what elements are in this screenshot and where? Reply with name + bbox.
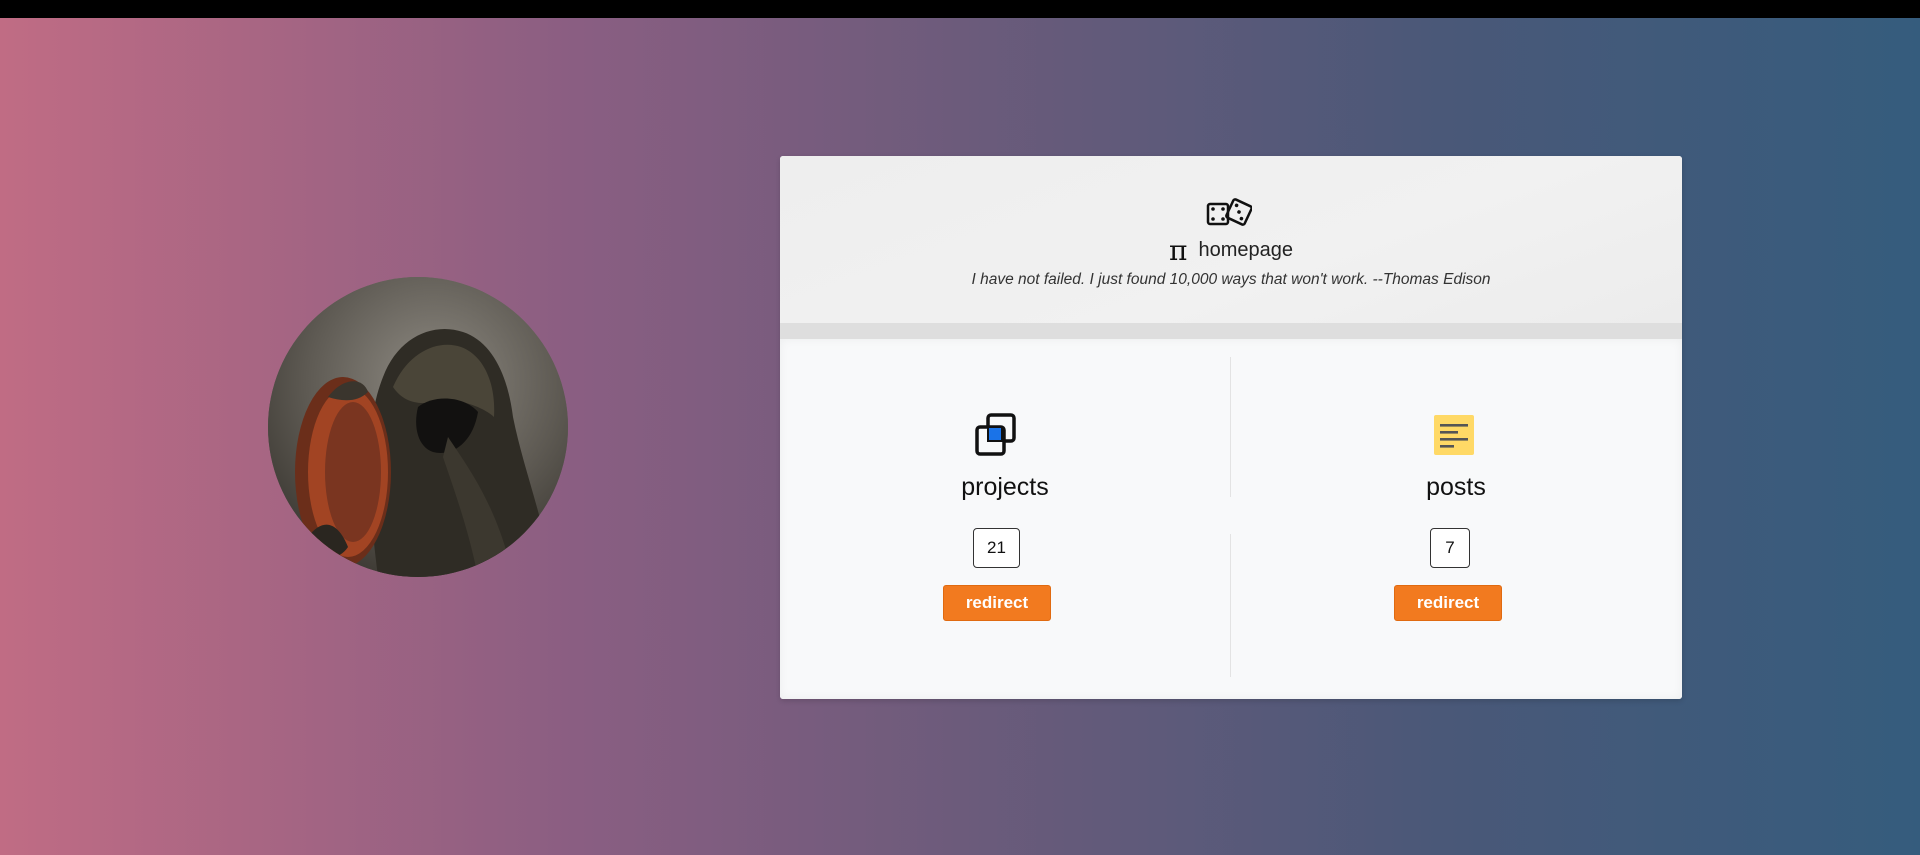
- main-card: π homepage I have not failed. I just fou…: [780, 156, 1682, 699]
- avatar-image: [268, 277, 568, 577]
- header-divider: [780, 323, 1682, 339]
- card-header: π homepage I have not failed. I just fou…: [780, 156, 1682, 323]
- page-title: homepage: [1198, 239, 1294, 261]
- quote-text: I have not failed. I just found 10,000 w…: [971, 271, 1491, 288]
- posts-section: posts 7 redirect: [1231, 339, 1681, 699]
- posts-note-icon: [1434, 415, 1474, 455]
- projects-section: projects 21 redirect: [780, 339, 1230, 699]
- top-bar: [0, 0, 1920, 18]
- projects-redirect-button[interactable]: redirect: [943, 585, 1051, 621]
- projects-count: 21: [973, 528, 1020, 568]
- pi-icon: π: [1168, 234, 1188, 267]
- title-row: π homepage: [780, 234, 1682, 267]
- projects-icon: [975, 413, 1016, 456]
- dice-icon: [1206, 198, 1252, 226]
- posts-count: 7: [1430, 528, 1470, 568]
- posts-label: posts: [1426, 473, 1486, 501]
- avatar: [268, 277, 568, 577]
- projects-label: projects: [961, 473, 1049, 501]
- posts-redirect-button[interactable]: redirect: [1394, 585, 1502, 621]
- card-body: projects 21 redirect posts 7 redirect: [780, 339, 1682, 699]
